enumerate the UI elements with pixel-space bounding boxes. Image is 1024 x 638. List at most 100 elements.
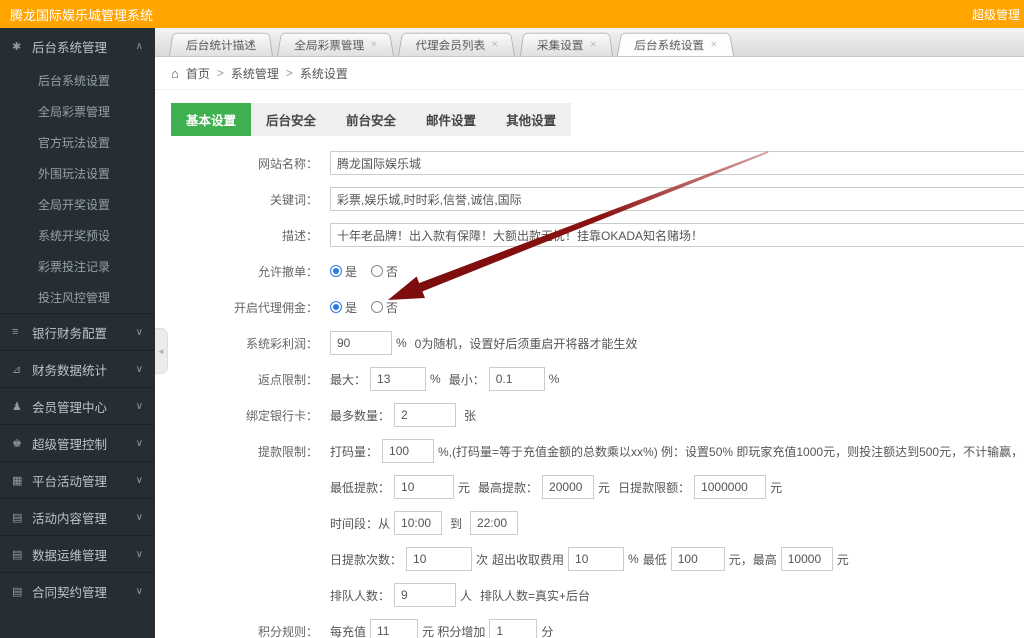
row-withdraw-limit: 提款限制： 打码量： %,(打码量=等于充值金额的总数乘以xx%) 例：设置50… xyxy=(155,439,1024,463)
withdraw-max-input[interactable] xyxy=(542,475,595,499)
sidebar-item-global-lottery[interactable]: 全局彩票管理 xyxy=(0,96,155,127)
row-bank-card: 绑定银行卡： 最多数量： 张 xyxy=(155,403,1024,427)
collapse-arrow-icon: ◄ xyxy=(157,346,165,356)
window-tab-label: 后台系统设置 xyxy=(633,38,706,52)
chevron-down-icon: ∨ xyxy=(135,326,143,338)
radio-label-yes[interactable]: 是 xyxy=(345,263,357,280)
app-title: 腾龙国际娱乐城管理系统 xyxy=(10,7,154,23)
row-description: 描述： xyxy=(155,223,1024,247)
system-profit-input[interactable] xyxy=(330,331,392,355)
window-tab-global-lottery[interactable]: 全局彩票管理 × xyxy=(277,32,395,56)
sidebar-group-activity-content[interactable]: ▤ 活动内容管理 ∨ xyxy=(0,498,155,535)
admin-icon: ♚ xyxy=(12,437,22,450)
close-icon[interactable]: × xyxy=(711,39,719,50)
sidebar-group-platform-activity[interactable]: ▦ 平台活动管理 ∨ xyxy=(0,461,155,498)
daily-times-input[interactable] xyxy=(406,547,473,571)
sidebar-collapse-handle[interactable]: ◄ xyxy=(155,328,168,374)
radio-label-no[interactable]: 否 xyxy=(386,299,398,316)
dama-note: %,(打码量=等于充值金额的总数乘以xx%) 例：设置50% 即玩家充值1000… xyxy=(438,444,1024,459)
app-header: 腾龙国际娱乐城管理系统 超级管理 xyxy=(0,0,1024,28)
withdraw-min-input[interactable] xyxy=(394,475,455,499)
sidebar-group-backend-system[interactable]: ✱ 后台系统管理 ∧ xyxy=(0,28,155,65)
close-icon[interactable]: × xyxy=(590,39,597,50)
gear-icon: ✱ xyxy=(12,41,22,53)
keywords-input[interactable] xyxy=(330,187,1024,211)
content-icon: ▤ xyxy=(12,511,23,524)
chevron-down-icon: ∨ xyxy=(135,585,143,597)
rebate-min-input[interactable] xyxy=(488,367,545,391)
allow-cancel-no-radio[interactable] xyxy=(371,265,384,277)
contract-icon: ▤ xyxy=(12,585,23,598)
fee-input[interactable] xyxy=(568,547,625,571)
row-points-rule: 积分规则： 每充值 元 积分增加 分 xyxy=(155,619,1024,638)
tab-basic-settings[interactable]: 基本设置 xyxy=(171,103,252,136)
row-agent-commission: 开启代理佣金： 是 否 xyxy=(155,295,1024,319)
radio-label-no[interactable]: 否 xyxy=(386,263,398,280)
time-from-input[interactable] xyxy=(394,511,443,535)
agent-commission-yes-radio[interactable] xyxy=(330,301,342,313)
description-input[interactable] xyxy=(330,223,1024,247)
chart-icon: ⊿ xyxy=(12,363,22,376)
breadcrumb-system-mgmt[interactable]: 系统管理 xyxy=(231,65,279,82)
fee-min-label: 最低 xyxy=(642,552,667,567)
calendar-icon: ▦ xyxy=(12,474,23,487)
breadcrumb-separator: > xyxy=(216,66,224,80)
points-rule-label: 积分规则： xyxy=(257,624,318,638)
withdraw-daily-input[interactable] xyxy=(694,475,767,499)
tab-backend-security[interactable]: 后台安全 xyxy=(251,103,331,136)
fee-min-input[interactable] xyxy=(670,547,725,571)
site-name-label: 网站名称： xyxy=(257,156,318,171)
sidebar-item-risk-control[interactable]: 投注风控管理 xyxy=(0,282,155,313)
chevron-down-icon: ∨ xyxy=(135,548,143,560)
sidebar-item-bet-records[interactable]: 彩票投注记录 xyxy=(0,251,155,282)
window-tab-agent-members[interactable]: 代理会员列表 × xyxy=(398,32,516,56)
queue-unit: 人 xyxy=(460,588,473,603)
breadcrumb-home[interactable]: 首页 xyxy=(186,65,210,82)
queue-input[interactable] xyxy=(394,583,457,607)
tab-mail-settings[interactable]: 邮件设置 xyxy=(411,103,491,136)
dama-input[interactable] xyxy=(382,439,435,463)
bank-card-count-input[interactable] xyxy=(394,403,457,427)
window-tab-stats[interactable]: 后台统计描述 xyxy=(169,32,274,56)
rebate-max-input[interactable] xyxy=(370,367,427,391)
fee-label: 超出收取费用 xyxy=(492,552,565,567)
withdraw-min-label: 最低提款： xyxy=(330,480,391,495)
chevron-up-icon: ∧ xyxy=(135,41,143,52)
sidebar-group-contract[interactable]: ▤ 合同契约管理 ∨ xyxy=(0,572,155,609)
daily-times-label: 日提款次数： xyxy=(330,552,403,567)
sidebar-item-draw-preset[interactable]: 系统开奖预设 xyxy=(0,220,155,251)
allow-cancel-yes-radio[interactable] xyxy=(330,265,342,277)
withdraw-max-unit: 元 xyxy=(598,480,611,495)
agent-commission-no-radio[interactable] xyxy=(371,301,384,313)
close-icon[interactable]: × xyxy=(370,39,378,50)
sidebar-group-member-center[interactable]: ♟ 会员管理中心 ∨ xyxy=(0,387,155,424)
sidebar-group-super-admin[interactable]: ♚ 超级管理控制 ∨ xyxy=(0,424,155,461)
close-icon[interactable]: × xyxy=(492,39,500,50)
sidebar-group-label: 平台活动管理 xyxy=(32,474,108,489)
tab-frontend-security[interactable]: 前台安全 xyxy=(331,103,411,136)
time-to-input[interactable] xyxy=(470,511,519,535)
chevron-down-icon: ∨ xyxy=(135,400,143,412)
points-recharge-input[interactable] xyxy=(370,619,419,638)
tab-other-settings[interactable]: 其他设置 xyxy=(491,103,571,136)
sidebar-item-backend-settings[interactable]: 后台系统设置 xyxy=(0,65,155,96)
sidebar-group-data-ops[interactable]: ▤ 数据运维管理 ∨ xyxy=(0,535,155,572)
queue-note: 排队人数=真实+后台 xyxy=(480,588,591,603)
radio-label-yes[interactable]: 是 xyxy=(345,299,357,316)
fee-max-input[interactable] xyxy=(780,547,833,571)
sidebar-group-finance-stats[interactable]: ⊿ 财务数据统计 ∨ xyxy=(0,350,155,387)
sidebar-group-label: 银行财务配置 xyxy=(32,326,108,341)
sidebar-group-bank-finance[interactable]: ≡ 银行财务配置 ∨ xyxy=(0,313,155,350)
row-queue: 排队人数： 人 排队人数=真实+后台 xyxy=(155,583,1024,607)
site-name-input[interactable] xyxy=(330,151,1024,175)
window-tab-system-settings[interactable]: 后台系统设置 × xyxy=(617,32,735,56)
user-menu[interactable]: 超级管理 xyxy=(972,6,1022,23)
window-tab-collect-settings[interactable]: 采集设置 × xyxy=(519,32,614,56)
row-rebate-limit: 返点限制： 最大： % 最小： % xyxy=(155,367,1024,391)
withdraw-max-label: 最高提款： xyxy=(478,480,539,495)
points-add-input[interactable] xyxy=(489,619,538,638)
sidebar-item-peripheral-play[interactable]: 外围玩法设置 xyxy=(0,158,155,189)
rebate-min-unit: % xyxy=(548,372,560,386)
sidebar-item-official-play[interactable]: 官方玩法设置 xyxy=(0,127,155,158)
sidebar-item-global-draw[interactable]: 全局开奖设置 xyxy=(0,189,155,220)
